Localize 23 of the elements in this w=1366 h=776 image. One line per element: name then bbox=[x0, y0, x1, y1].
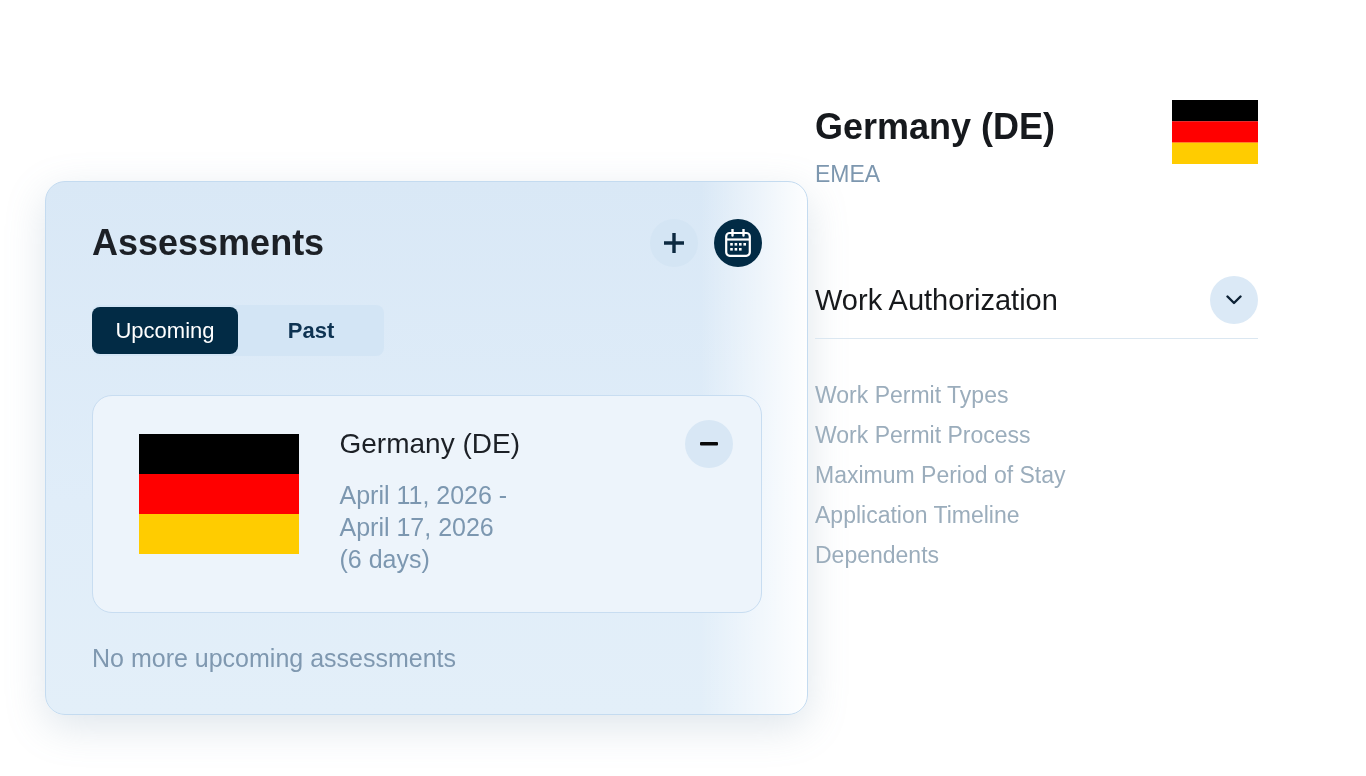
section-link[interactable]: Application Timeline bbox=[815, 502, 1020, 528]
country-title: Germany (DE) bbox=[815, 106, 1056, 148]
section-title: Work Authorization bbox=[815, 283, 1058, 318]
plus-icon bbox=[664, 233, 684, 253]
minus-icon bbox=[700, 442, 718, 446]
section-link[interactable]: Work Permit Process bbox=[815, 422, 1031, 448]
country-name: Germany (DE) bbox=[339, 427, 521, 461]
flag-icon bbox=[1172, 100, 1258, 164]
calendar-icon bbox=[725, 229, 751, 257]
section-link[interactable]: Dependents bbox=[815, 542, 940, 568]
region-label: EMEA bbox=[815, 160, 882, 188]
remove-button[interactable] bbox=[685, 420, 733, 468]
date-range: April 11, 2026 - April 17, 2026 (6 days) bbox=[339, 480, 509, 575]
chevron-down-icon bbox=[1226, 295, 1242, 305]
section-link[interactable]: Work Permit Types bbox=[815, 382, 1009, 408]
section-link[interactable]: Maximum Period of Stay bbox=[815, 462, 1066, 488]
calendar-button[interactable] bbox=[714, 219, 762, 267]
empty-state-text: No more upcoming assessments bbox=[92, 643, 458, 674]
tab[interactable]: Upcoming bbox=[92, 307, 238, 354]
tab[interactable]: Past bbox=[238, 307, 384, 354]
panel-title: Assessments bbox=[92, 222, 325, 264]
add-button[interactable] bbox=[650, 219, 698, 267]
flag-icon bbox=[138, 434, 299, 554]
